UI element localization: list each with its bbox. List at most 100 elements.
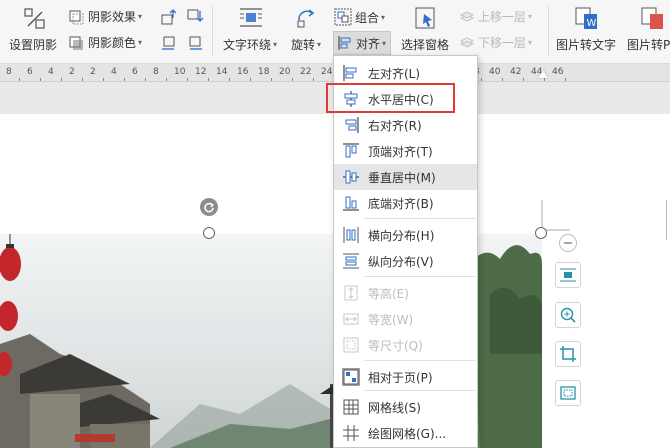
move-up-label: 上移一层 [478,10,527,24]
ruler-number: 12 [195,67,207,77]
image-to-pdf-button[interactable]: 图片转P [627,36,670,53]
chevron-down-icon: ▾ [317,40,322,49]
menu-item-label: 顶端对齐(T) [368,144,433,159]
image-fit-button[interactable] [555,380,581,406]
menu-item-align-middle-vertical[interactable]: 垂直居中(M) [334,164,477,190]
menu-item-same-height: 等高(E) [334,280,477,306]
shadow-color-label: 阴影颜色 [88,36,137,50]
ruler-number: 8 [153,67,159,77]
chevron-down-icon: ▾ [138,38,143,47]
align-button[interactable]: 对齐 ▾ [333,31,392,55]
svg-text:W: W [587,18,597,29]
resize-handle-top-right[interactable] [535,227,547,239]
selection-pane-icon[interactable] [414,6,438,33]
layout-options-button[interactable] [555,262,581,288]
group-icon [334,8,352,26]
rotate-label: 旋转 [291,38,316,52]
menu-item-align-top[interactable]: 顶端对齐(T) [334,138,477,164]
image-to-text-icon[interactable]: W [574,6,600,35]
crop-image-button[interactable] [555,341,581,367]
shadow-down-icon[interactable] [186,8,204,29]
ruler-tick [124,78,125,81]
align-right-icon [342,116,360,134]
menu-item-distribute-horizontal[interactable]: 横向分布(H) [334,222,477,248]
annotation-highlight-box [326,83,455,113]
shadow-color-button[interactable]: 阴影颜色 ▾ [68,34,142,51]
same-size-icon [342,336,360,354]
chevron-down-icon: ▾ [382,38,387,48]
selection-pane-label: 选择窗格 [401,38,450,52]
ruler-tick [481,78,482,81]
ruler-tick [313,78,314,81]
shadow-effect-label: 阴影效果 [88,10,137,24]
ruler-tick [208,78,209,81]
shadow-up-icon[interactable] [160,8,178,29]
ruler-tick [544,78,545,81]
relative-to-page-icon [342,368,360,386]
menu-item-gridlines[interactable]: 网格线(S) [334,394,477,420]
ruler-number: 24 [321,67,333,77]
chevron-down-icon: ▾ [381,12,386,22]
ruler-tick [565,78,566,81]
ribbon-separator [212,6,213,56]
align-top-icon [342,142,360,160]
chevron-down-icon: ▾ [528,12,533,21]
resize-handle-top[interactable] [203,227,215,239]
drawing-grid-icon [342,424,360,442]
ruler-number: 40 [489,67,501,77]
rotate-handle[interactable] [200,198,218,216]
ruler-tick [103,78,104,81]
menu-item-label: 等宽(W) [368,312,414,327]
image-to-text-label: 图片转文字 [556,38,617,52]
menu-item-relative-to-page[interactable]: 相对于页(P) [334,364,477,390]
menu-item-same-size: 等尺寸(Q) [334,332,477,358]
menu-item-drawing-grid[interactable]: 绘图网格(G)... [334,420,477,446]
ruler-tick [523,78,524,81]
ruler-number: 6 [132,67,138,77]
bring-forward-icon [459,10,475,22]
distribute-vertical-icon [342,252,360,270]
shadow-left-icon[interactable] [160,34,178,55]
selection-pane-button[interactable]: 选择窗格 [401,36,449,53]
align-middle-vertical-icon [342,168,360,186]
ruler-tick [271,78,272,81]
menu-item-same-width: 等宽(W) [334,306,477,332]
ruler-number: 14 [216,67,228,77]
image-to-pdf-icon[interactable] [640,6,666,35]
zoom-image-button[interactable] [555,302,581,328]
right-indent-marker[interactable] [538,70,548,78]
text-wrap-button[interactable]: 文字环绕 ▾ [223,36,277,53]
collapse-tools-button[interactable] [559,234,577,252]
text-wrap-icon [560,268,576,282]
ruler-number: 6 [27,67,33,77]
menu-item-label: 垂直居中(M) [368,170,436,185]
send-backward-icon [459,36,475,48]
ruler-tick [19,78,20,81]
ruler-number: 18 [258,67,270,77]
set-shadow-button[interactable]: 设置阴影 [9,36,57,53]
menu-item-label: 横向分布(H) [368,228,435,243]
page-right-edge [666,200,667,240]
shadow-effect-button[interactable]: 阴影效果 ▾ [68,8,142,25]
menu-separator [364,390,476,391]
group-button[interactable]: 组合 ▾ [334,8,385,26]
menu-item-label: 底端对齐(B) [368,196,434,211]
menu-item-distribute-vertical[interactable]: 纵向分布(V) [334,248,477,274]
chevron-down-icon: ▾ [138,12,143,21]
set-shadow-icon[interactable] [22,6,48,35]
ruler-number: 8 [6,67,12,77]
image-to-text-button[interactable]: 图片转文字 [556,36,616,53]
distribute-horizontal-icon [342,226,360,244]
menu-item-align-bottom[interactable]: 底端对齐(B) [334,190,477,216]
rotate-icon[interactable] [294,6,318,33]
move-up-button[interactable]: 上移一层 ▾ [459,8,532,25]
move-down-button[interactable]: 下移一层 ▾ [459,34,532,51]
ruler-number: 22 [300,67,312,77]
rotate-button[interactable]: 旋转 ▾ [291,36,321,53]
text-wrap-icon[interactable] [238,6,264,33]
menu-item-align-right[interactable]: 右对齐(R) [334,112,477,138]
ruler-number: 42 [510,67,522,77]
gridlines-icon [342,398,360,416]
shadow-right-icon[interactable] [186,34,204,55]
ruler-tick [229,78,230,81]
